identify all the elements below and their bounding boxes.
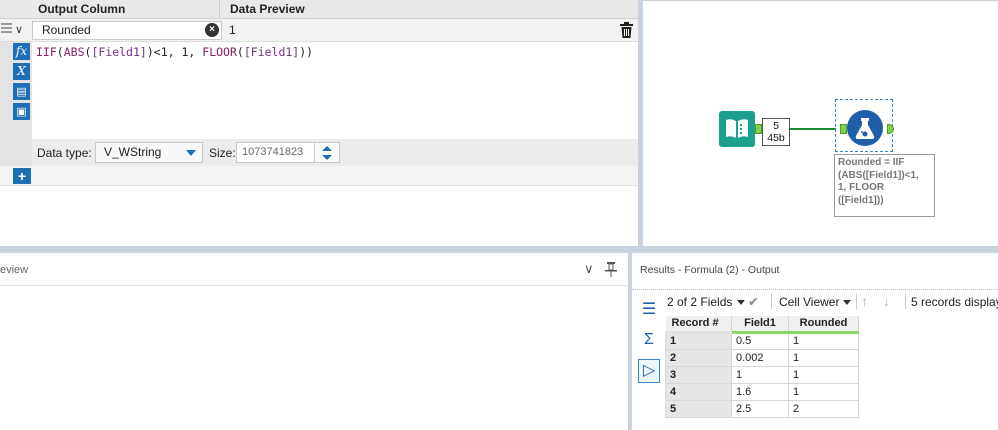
results-title: Results - Formula (2) - Output — [640, 264, 780, 276]
data-preview-value: 1 — [229, 23, 236, 37]
size-stepper[interactable] — [314, 142, 340, 163]
field1-cell[interactable]: 0.5 — [731, 331, 789, 350]
table-row[interactable]: 1 0.5 1 — [665, 331, 859, 350]
table-view-icon[interactable]: ☰ — [638, 299, 660, 323]
record-number: 2 — [665, 348, 732, 367]
formula-grid-header: Output Column Data Preview — [0, 0, 638, 19]
column-header-rounded[interactable]: Rounded — [788, 316, 859, 334]
add-formula-row: + — [0, 166, 638, 186]
cell-viewer-selector[interactable]: Cell Viewer — [779, 295, 839, 309]
output-column-header: Output Column — [32, 0, 220, 19]
input-anchor[interactable] — [840, 124, 847, 134]
record-number: 1 — [665, 331, 732, 350]
expression-tools: fx X ▤ ▣ — [13, 43, 31, 123]
drag-handle-icon[interactable] — [1, 23, 12, 37]
tag-view-icon[interactable]: ▷ — [638, 359, 660, 383]
open-expression-icon[interactable]: ▤ — [13, 83, 30, 100]
rounded-cell[interactable]: 1 — [788, 365, 859, 384]
dropdown-arrow-icon — [186, 150, 196, 156]
record-number: 4 — [665, 382, 732, 401]
data-type-label: Data type: — [37, 146, 92, 160]
toolbar-separator — [771, 294, 772, 309]
pin-icon[interactable] — [604, 261, 618, 277]
results-view-tabs: ☰ Σ ▷ — [638, 299, 660, 389]
annotation-text: Rounded = IIF (ABS([Field1])<1, 1, FLOOR… — [838, 157, 919, 206]
results-pane: Results - Formula (2) - Output 2 of 2 Fi… — [632, 253, 998, 430]
data-type-select[interactable]: V_WString — [95, 142, 203, 163]
add-formula-button[interactable]: + — [13, 168, 31, 184]
table-row[interactable]: 3 1 1 — [665, 365, 859, 384]
decrement-arrow-icon[interactable] — [322, 155, 332, 160]
rounded-cell[interactable]: 1 — [788, 382, 859, 401]
apply-check-icon[interactable]: ✔ — [748, 294, 759, 310]
tool-annotation: Rounded = IIF (ABS([Field1])<1, 1, FLOOR… — [834, 154, 935, 217]
connection-line[interactable] — [790, 128, 836, 130]
results-table: Record # Field1 Rounded 1 0.5 1 2 0.002 … — [665, 316, 859, 418]
horizontal-splitter[interactable] — [0, 246, 998, 253]
input-data-tool[interactable] — [719, 111, 755, 147]
expression-editor[interactable]: IIF(ABS([Field1])<1, 1, FLOOR([Field1])) — [36, 45, 313, 59]
summary-view-icon[interactable]: Σ — [638, 329, 660, 353]
column-header-field1[interactable]: Field1 — [731, 316, 789, 334]
table-row[interactable]: 2 0.002 1 — [665, 348, 859, 367]
rounded-cell[interactable]: 1 — [788, 331, 859, 350]
formula-row[interactable]: ∨ Rounded × 1 — [0, 19, 638, 42]
data-preview-header: Data Preview — [230, 2, 305, 16]
data-type-value: V_WString — [104, 145, 162, 159]
column-header-record[interactable]: Record # — [665, 316, 732, 334]
toolbar-separator — [856, 294, 857, 309]
flask-icon — [855, 118, 875, 139]
formula-config-panel: Output Column Data Preview ∨ Rounded × 1… — [0, 0, 638, 246]
field1-cell[interactable]: 2.5 — [731, 399, 789, 418]
field1-cell[interactable]: 1.6 — [731, 382, 789, 401]
record-count: 5 — [773, 120, 779, 132]
results-header: Results - Formula (2) - Output — [632, 253, 998, 286]
preview-pane-title: eview — [0, 264, 29, 276]
trash-icon[interactable] — [620, 22, 633, 38]
toolbar-separator — [905, 294, 906, 309]
formula-tool[interactable] — [847, 110, 883, 146]
increment-arrow-icon[interactable] — [322, 146, 332, 151]
variable-icon[interactable]: X — [13, 63, 30, 80]
clear-icon[interactable]: × — [205, 23, 219, 37]
table-header-row: Record # Field1 Rounded — [665, 316, 859, 334]
fields-selector[interactable]: 2 of 2 Fields — [667, 295, 732, 309]
record-number: 3 — [665, 365, 732, 384]
data-type-row: Data type: V_WString Size: 1073741823 — [32, 139, 638, 166]
chevron-down-icon[interactable]: ∨ — [584, 261, 594, 277]
arrow-down-icon[interactable]: ↓ — [883, 293, 890, 309]
collapse-chevron-icon[interactable]: ∨ — [15, 23, 23, 36]
rounded-cell[interactable]: 1 — [788, 348, 859, 367]
function-icon[interactable]: fx — [13, 43, 30, 60]
record-count-box: 5 45b — [762, 118, 790, 146]
records-count: 5 records displaye — [911, 295, 998, 309]
record-number: 5 — [665, 399, 732, 418]
output-anchor[interactable] — [755, 124, 762, 134]
rounded-cell[interactable]: 2 — [788, 399, 859, 418]
preview-pane: eview ∨ — [0, 253, 628, 430]
book-icon — [726, 119, 748, 138]
fields-dropdown-icon[interactable] — [737, 300, 745, 305]
arrow-up-icon[interactable]: ↑ — [861, 293, 868, 309]
workflow-canvas[interactable]: 5 45b Rounded = IIF (ABS([Field1])<1, 1,… — [643, 0, 998, 246]
results-toolbar: 2 of 2 Fields ✔ Cell Viewer ↑ ↓ 5 record… — [632, 289, 998, 311]
field1-cell[interactable]: 0.002 — [731, 348, 789, 367]
output-column-field[interactable]: Rounded — [32, 21, 222, 40]
size-field[interactable]: 1073741823 — [236, 142, 316, 163]
save-expression-icon[interactable]: ▣ — [13, 103, 30, 120]
record-size: 45b — [767, 132, 785, 144]
size-label: Size: — [209, 146, 236, 160]
viewer-dropdown-icon[interactable] — [843, 300, 851, 305]
table-row[interactable]: 5 2.5 2 — [665, 399, 859, 418]
preview-pane-header: eview ∨ — [0, 253, 628, 286]
field1-cell[interactable]: 1 — [731, 365, 789, 384]
table-row[interactable]: 4 1.6 1 — [665, 382, 859, 401]
